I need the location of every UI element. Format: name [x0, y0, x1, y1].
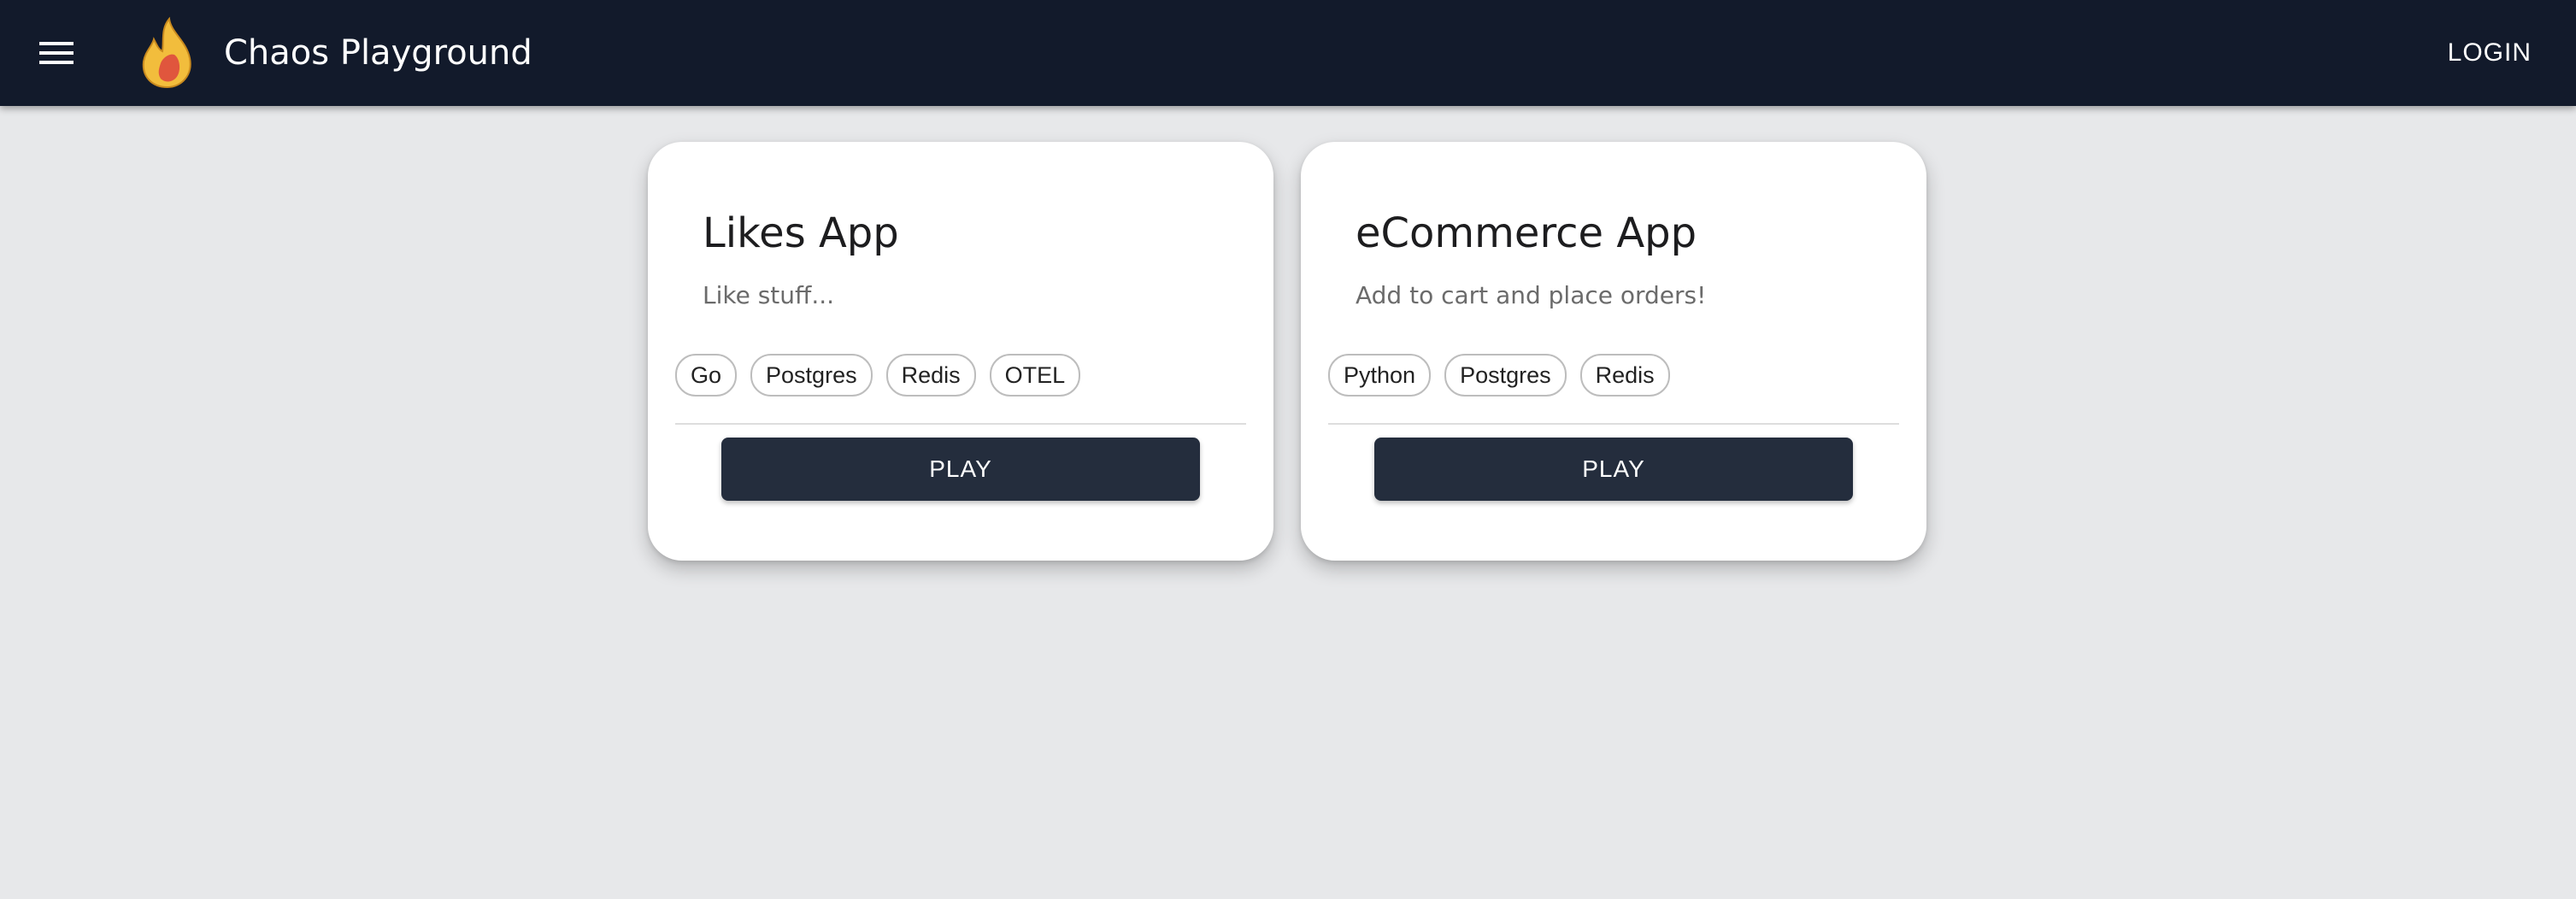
tech-tag: Redis	[1579, 354, 1670, 397]
login-button[interactable]: LOGIN	[2438, 29, 2542, 77]
app-bar: Chaos Playground LOGIN	[0, 0, 2576, 106]
tech-tag: OTEL	[989, 354, 1081, 397]
play-button[interactable]: PLAY	[1374, 438, 1853, 501]
play-button[interactable]: PLAY	[721, 438, 1200, 501]
card-description: Add to cart and place orders!	[1356, 281, 1707, 309]
menu-button[interactable]	[26, 26, 87, 80]
tech-tag-list: Python Postgres Redis	[1328, 354, 1670, 397]
card-divider	[1328, 423, 1899, 425]
app-card-grid: Likes App Like stuff... Go Postgres Redi…	[0, 0, 2576, 899]
fire-icon	[135, 15, 200, 91]
card-divider	[675, 423, 1246, 425]
tech-tag: Postgres	[1444, 354, 1567, 397]
app-card-likes: Likes App Like stuff... Go Postgres Redi…	[648, 142, 1273, 561]
app-title: Chaos Playground	[224, 33, 532, 73]
card-description: Like stuff...	[703, 281, 835, 309]
tech-tag: Python	[1328, 354, 1432, 397]
app-card-ecommerce: eCommerce App Add to cart and place orde…	[1301, 142, 1926, 561]
tech-tag-list: Go Postgres Redis OTEL	[675, 354, 1081, 397]
card-title: eCommerce App	[1356, 209, 1697, 257]
tech-tag: Postgres	[750, 354, 873, 397]
card-title: Likes App	[703, 209, 899, 257]
tech-tag: Redis	[885, 354, 976, 397]
tech-tag: Go	[675, 354, 738, 397]
hamburger-menu-icon	[39, 42, 74, 64]
